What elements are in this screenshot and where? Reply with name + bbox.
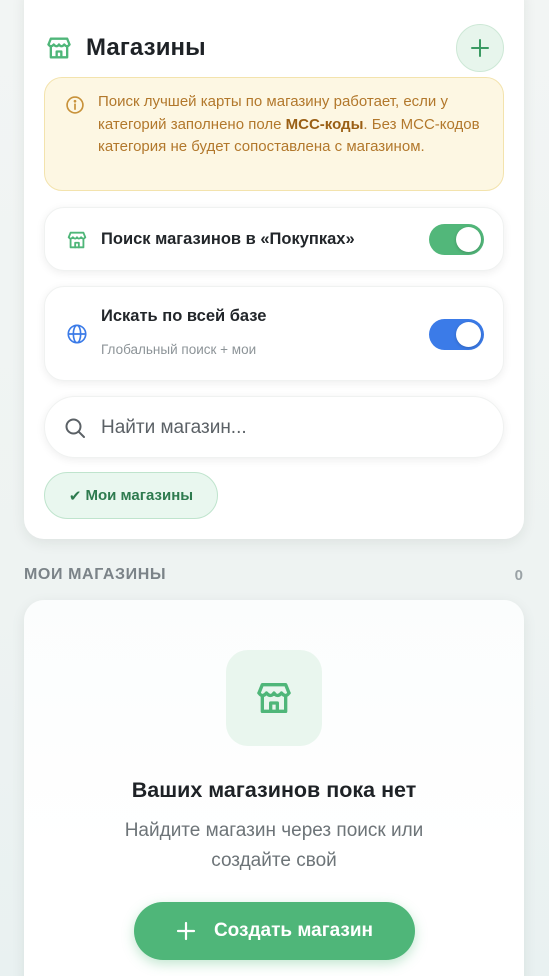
plus-icon — [176, 921, 196, 941]
store-search[interactable] — [44, 396, 504, 458]
empty-description: Найдите магазин через поиск или создайте… — [124, 820, 424, 871]
global-search-toggle[interactable] — [429, 319, 484, 350]
info-icon — [66, 96, 84, 114]
my-stores-section-title: МОИ МАГАЗИНЫ — [24, 566, 167, 583]
plus-icon — [471, 39, 489, 57]
global-search-label: Искать по всей базе — [101, 307, 267, 325]
create-store-button[interactable]: Создать магазин — [134, 902, 415, 960]
store-icon — [44, 33, 74, 63]
header: Магазины — [44, 24, 504, 72]
chip-label: Мои магазины — [85, 487, 194, 504]
page-title: Магазины — [86, 34, 206, 61]
stores-card: Магазины Поиск лучшей карты по магазину … — [24, 0, 524, 539]
my-stores-filter-chip[interactable]: ✔ Мои магазины — [44, 472, 218, 519]
my-stores-count: 0 — [514, 567, 523, 584]
empty-store-icon — [226, 650, 322, 746]
check-icon: ✔ — [68, 487, 82, 505]
toggle-knob — [456, 322, 481, 347]
global-search-row[interactable]: Искать по всей базе Глобальный поиск + м… — [44, 286, 504, 381]
globe-icon — [65, 322, 89, 346]
store-icon — [65, 228, 89, 252]
global-search-subtitle: Глобальный поиск + мои — [101, 342, 257, 357]
purchases-search-label: Поиск магазинов в «Покупках» — [101, 230, 355, 248]
mcc-notice: Поиск лучшей карты по магазину работает,… — [44, 77, 504, 191]
search-input[interactable] — [101, 412, 481, 444]
create-store-label: Создать магазин — [213, 920, 374, 941]
purchases-search-row[interactable]: Поиск магазинов в «Покупках» — [44, 207, 504, 271]
toggle-knob — [456, 227, 481, 252]
purchases-search-toggle[interactable] — [429, 224, 484, 255]
add-store-button[interactable] — [456, 24, 504, 72]
empty-title: Ваших магазинов пока нет — [131, 778, 417, 802]
empty-state-card: Ваших магазинов пока нет Найдите магазин… — [24, 600, 524, 976]
notice-text: Поиск лучшей карты по магазину работает,… — [98, 93, 480, 155]
search-icon — [65, 418, 85, 438]
